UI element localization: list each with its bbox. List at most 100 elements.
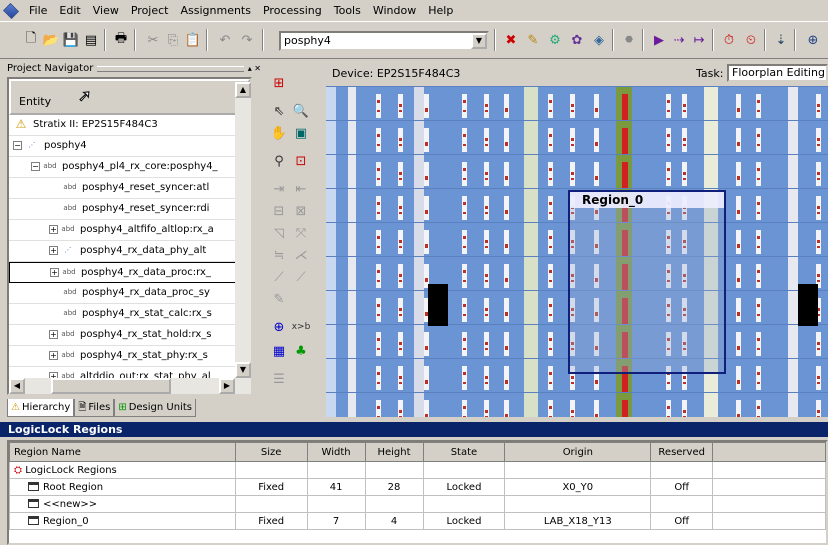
clock-icon[interactable]: ⏲ xyxy=(742,31,760,49)
pencil-icon[interactable]: ✎ xyxy=(524,31,542,49)
tab-design-units[interactable]: ⊞ Design Units xyxy=(114,399,196,417)
select-arrow-icon[interactable]: ⇖ xyxy=(268,100,290,122)
hscroll-thumb[interactable] xyxy=(51,378,171,394)
collapse-icon[interactable]: − xyxy=(13,140,22,150)
cell[interactable]: Off xyxy=(650,478,714,496)
cell[interactable]: Locked xyxy=(422,512,506,530)
table-row[interactable]: ⛭ LogicLock Regions xyxy=(9,461,826,479)
tree-item-posphy4[interactable]: − ⋰ posphy4 xyxy=(9,136,250,157)
col-size[interactable]: Size xyxy=(234,442,308,462)
tab-files[interactable]: 🗎 Files xyxy=(74,399,115,417)
tab-hierarchy[interactable]: ⚠ Hierarchy xyxy=(7,399,75,417)
tree-item[interactable]: abd posphy4_reset_syncer:atl xyxy=(9,178,250,199)
timing-icon[interactable]: ⏱ xyxy=(720,31,738,49)
undo-icon[interactable]: ↶ xyxy=(216,31,234,49)
paste-icon[interactable]: 📋 xyxy=(184,31,202,49)
tree-item[interactable]: + abd posphy4_altfifo_altlop:rx_a xyxy=(9,220,250,241)
floorplan-icon[interactable]: ⊞ xyxy=(268,72,290,94)
col-state[interactable]: State xyxy=(422,442,506,462)
collapse-icon[interactable]: − xyxy=(31,161,40,171)
fit-window-icon[interactable]: ▣ xyxy=(290,122,312,144)
cell[interactable]: X0_Y0 xyxy=(504,478,652,496)
tree-item[interactable]: + abd posphy4_rx_stat_phy:rx_s xyxy=(9,346,250,367)
scroll-down-icon[interactable]: ▼ xyxy=(235,362,251,378)
save-all-icon[interactable]: ▤ xyxy=(82,31,100,49)
tree-item[interactable]: abd posphy4_reset_syncer:rdi xyxy=(9,199,250,220)
xb-icon[interactable]: x>b xyxy=(290,316,312,338)
chevron-down-icon[interactable]: ▼ xyxy=(471,33,487,49)
navigator-hscrollbar[interactable]: ◀ ▶ xyxy=(9,378,235,394)
col-height[interactable]: Height xyxy=(364,442,424,462)
menu-view[interactable]: View xyxy=(87,0,125,21)
navigator-vscrollbar[interactable]: ▲ ▼ xyxy=(235,82,251,394)
cell[interactable]: 7 xyxy=(306,512,366,530)
hand-icon[interactable]: ✋ xyxy=(268,122,290,144)
expand-icon[interactable]: + xyxy=(49,245,58,255)
col-origin[interactable]: Origin xyxy=(504,442,652,462)
menu-edit[interactable]: Edit xyxy=(53,0,86,21)
stop-icon[interactable]: ⬣ xyxy=(620,31,638,49)
draw-line-icon[interactable]: ⟋ xyxy=(268,266,290,288)
tree-item-selected[interactable]: + abd posphy4_rx_data_proc:rx_ xyxy=(9,262,250,283)
expand-icon[interactable]: + xyxy=(49,350,58,360)
cell[interactable]: Fixed xyxy=(234,478,308,496)
col-width[interactable]: Width xyxy=(306,442,366,462)
region-0-box[interactable] xyxy=(568,190,726,374)
synthesis-icon[interactable]: ✿ xyxy=(568,31,586,49)
start-compile-icon[interactable]: ▶ xyxy=(650,31,668,49)
show-connections-icon[interactable]: ≒ xyxy=(268,244,290,266)
show-nodes-icon[interactable]: ⊠ xyxy=(290,200,312,222)
table-row[interactable]: Region_0 Fixed 7 4 Locked LAB_X18_Y13 Of… xyxy=(9,512,826,530)
menu-window[interactable]: Window xyxy=(367,0,422,21)
expand-icon[interactable]: + xyxy=(50,267,59,277)
expand-icon[interactable]: + xyxy=(49,224,58,234)
show-fanout-icon[interactable]: ⇤ xyxy=(290,178,312,200)
tree-item-core[interactable]: − abd posphy4_pl4_rx_core:posphy4_ xyxy=(9,157,250,178)
menu-file[interactable]: File xyxy=(23,0,53,21)
menu-project[interactable]: Project xyxy=(125,0,175,21)
floorplan-canvas[interactable]: Region_0 xyxy=(326,86,828,417)
redo-icon[interactable]: ↷ xyxy=(238,31,256,49)
assign-icon[interactable]: ⊕ xyxy=(268,316,290,338)
scroll-right-icon[interactable]: ▶ xyxy=(219,378,235,394)
cell[interactable]: 28 xyxy=(364,478,424,496)
tree-item[interactable]: abd posphy4_rx_data_proc_sy xyxy=(9,283,250,304)
show-fanin-icon[interactable]: ⇥ xyxy=(268,178,290,200)
project-combo[interactable]: posphy4 ▼ xyxy=(279,31,489,51)
copy-icon[interactable]: ⎘ xyxy=(164,31,182,49)
task-select[interactable]: Floorplan Editing (As xyxy=(727,64,828,82)
save-icon[interactable]: 💾 xyxy=(62,31,80,49)
tree-item[interactable]: + ⋰ posphy4_rx_data_phy_alt xyxy=(9,241,250,262)
start-timing-icon[interactable]: ↦ xyxy=(690,31,708,49)
cut-icon[interactable]: ✂ xyxy=(144,31,162,49)
programmer-icon[interactable]: ⇣ xyxy=(772,31,790,49)
analyze-icon[interactable]: ⚙ xyxy=(546,31,564,49)
fitter-icon[interactable]: ◈ xyxy=(590,31,608,49)
layers-icon[interactable]: ☰ xyxy=(268,368,290,390)
menu-assignments[interactable]: Assignments xyxy=(174,0,257,21)
critical-path-icon[interactable]: ◹ xyxy=(268,222,290,244)
menu-help[interactable]: Help xyxy=(422,0,459,21)
pin-planner-icon[interactable]: ▦ xyxy=(268,340,290,362)
pin-icon[interactable]: ▴ ✕ xyxy=(248,62,261,75)
col-region-name[interactable]: Region Name xyxy=(9,442,236,462)
compile-x-icon[interactable]: ✖ xyxy=(502,31,520,49)
pen-icon[interactable]: ✎ xyxy=(268,288,290,310)
show-paths-icon[interactable]: ⊟ xyxy=(268,200,290,222)
open-icon[interactable]: 📂 xyxy=(42,31,60,49)
print-icon[interactable]: 🖶 xyxy=(112,31,130,49)
col-reserved[interactable]: Reserved xyxy=(650,442,714,462)
cell[interactable]: Off xyxy=(650,512,714,530)
new-file-icon[interactable]: 🗋 xyxy=(22,31,40,49)
expand-icon[interactable]: + xyxy=(49,329,58,339)
cell[interactable]: Fixed xyxy=(234,512,308,530)
routing-icon[interactable]: ⤧ xyxy=(290,222,312,244)
tree-item-device[interactable]: ⚠ Stratix II: EP2S15F484C3 xyxy=(9,115,250,136)
zoom-icon[interactable]: 🔍 xyxy=(290,100,312,122)
scroll-left-icon[interactable]: ◀ xyxy=(9,378,25,394)
cell[interactable]: Locked xyxy=(422,478,506,496)
tree-item[interactable]: abd posphy4_rx_stat_calc:rx_s xyxy=(9,304,250,325)
table-row[interactable]: <<new>> xyxy=(9,495,826,513)
find-icon[interactable]: ⚲ xyxy=(268,150,290,172)
assistant-icon[interactable]: ♣ xyxy=(290,340,312,362)
